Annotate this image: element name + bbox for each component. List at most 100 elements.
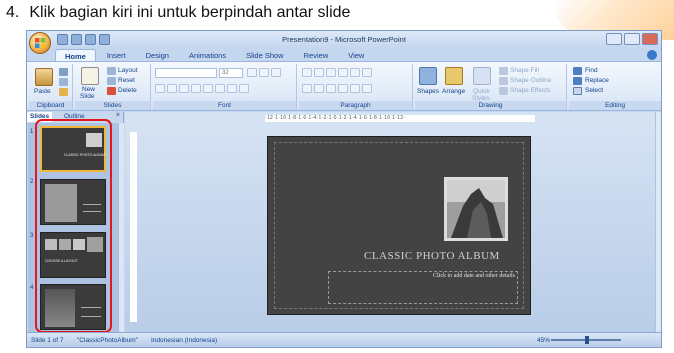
subtitle-placeholder[interactable]: Click to add date and other details: [328, 271, 518, 304]
font-color-icon[interactable]: [239, 84, 249, 93]
italic-icon[interactable]: [167, 84, 177, 93]
close-pane-icon[interactable]: ×: [116, 112, 120, 119]
layout-button[interactable]: Layout: [118, 67, 138, 74]
clipboard-group-label: Clipboard: [29, 101, 72, 110]
tab-design[interactable]: Design: [137, 49, 178, 61]
horizontal-ruler: ·12·1·10·1·8·1·6·1·4·1·2·1·0·1·2·1·4·1·6…: [265, 115, 535, 122]
list-buttons: [302, 68, 372, 77]
numbering-icon[interactable]: [314, 68, 324, 77]
justify-icon[interactable]: [338, 84, 348, 93]
undo-icon[interactable]: [71, 34, 82, 45]
shadow-icon[interactable]: [203, 84, 213, 93]
reset-button[interactable]: Reset: [118, 77, 135, 84]
ribbon-tabs: Home Insert Design Animations Slide Show…: [55, 49, 373, 61]
slide-title[interactable]: CLASSIC PHOTO ALBUM: [364, 250, 500, 262]
columns-icon[interactable]: [362, 68, 372, 77]
theme-name: "ClassicPhotoAlbum": [77, 337, 138, 344]
powerpoint-window: Presentation9 - Microsoft PowerPoint Hom…: [26, 30, 662, 348]
quick-styles-icon[interactable]: [473, 67, 491, 85]
tab-animations[interactable]: Animations: [180, 49, 235, 61]
select-icon: [573, 87, 582, 95]
font-name-field[interactable]: [155, 68, 217, 78]
editing-group: Find Replace Select Editing: [569, 64, 661, 110]
zoom-slider-handle[interactable]: [585, 336, 589, 344]
decrease-indent-icon[interactable]: [326, 68, 336, 77]
editing-group-label: Editing: [569, 101, 661, 110]
align-text-icon[interactable]: [362, 84, 372, 93]
slides-group: New Slide Layout Reset Delete Slides: [75, 64, 151, 110]
new-slide-icon[interactable]: [81, 67, 99, 85]
shape-fill-icon: [499, 67, 508, 75]
thumbnails-scrollbar[interactable]: [118, 123, 124, 333]
tab-slide-show[interactable]: Slide Show: [237, 49, 293, 61]
slides-group-label: Slides: [75, 101, 150, 110]
thumb-number-2: 2: [30, 179, 34, 185]
shapes-button[interactable]: Shapes: [417, 88, 439, 95]
line-spacing-icon[interactable]: [350, 68, 360, 77]
close-button[interactable]: [642, 33, 658, 45]
thumb-number-4: 4: [30, 285, 34, 291]
bullets-icon[interactable]: [302, 68, 312, 77]
shrink-font-icon[interactable]: [259, 68, 269, 77]
shape-outline-button[interactable]: Shape Outline: [510, 77, 551, 84]
new-slide-label[interactable]: New: [82, 86, 95, 93]
zoom-level[interactable]: 45%: [537, 337, 550, 344]
grow-font-icon[interactable]: [247, 68, 257, 77]
minimize-button[interactable]: [606, 33, 622, 45]
align-left-icon[interactable]: [302, 84, 312, 93]
bold-icon[interactable]: [155, 84, 165, 93]
window-controls: [606, 33, 658, 45]
underline-icon[interactable]: [179, 84, 189, 93]
cut-icon[interactable]: [59, 68, 68, 76]
clear-format-icon[interactable]: [271, 68, 281, 77]
find-button[interactable]: Find: [585, 67, 598, 74]
office-button[interactable]: [29, 32, 51, 54]
tab-view[interactable]: View: [339, 49, 373, 61]
find-icon: [573, 67, 582, 75]
paste-button[interactable]: Paste: [34, 88, 51, 95]
align-right-icon[interactable]: [326, 84, 336, 93]
delete-icon: [107, 87, 116, 95]
change-case-icon[interactable]: [227, 84, 237, 93]
save-icon[interactable]: [57, 34, 68, 45]
font-group: 32 Font: [153, 64, 297, 110]
font-style-buttons: [155, 84, 249, 93]
new-slide-label-2[interactable]: Slide: [80, 93, 94, 100]
strikethrough-icon[interactable]: [191, 84, 201, 93]
align-center-icon[interactable]: [314, 84, 324, 93]
slide-photo[interactable]: [444, 177, 508, 241]
shapes-icon[interactable]: [419, 67, 437, 85]
select-button[interactable]: Select: [585, 87, 603, 94]
shape-effects-button[interactable]: Shape Effects: [510, 87, 550, 94]
shape-fill-button[interactable]: Shape Fill: [510, 67, 539, 74]
maximize-button[interactable]: [624, 33, 640, 45]
quick-styles-label[interactable]: Quick: [473, 88, 490, 95]
help-icon[interactable]: [647, 50, 657, 60]
copy-icon[interactable]: [59, 78, 68, 86]
paragraph-group: Paragraph: [299, 64, 413, 110]
drawing-group: Shapes Arrange Quick Styles Shape Fill S…: [415, 64, 567, 110]
tab-insert[interactable]: Insert: [98, 49, 135, 61]
tab-review[interactable]: Review: [295, 49, 338, 61]
arrange-button[interactable]: Arrange: [442, 88, 465, 95]
arrange-icon[interactable]: [445, 67, 463, 85]
increase-indent-icon[interactable]: [338, 68, 348, 77]
paste-icon[interactable]: [35, 68, 53, 86]
format-painter-icon[interactable]: [59, 88, 68, 96]
language-indicator[interactable]: Indonesian (Indonesia): [151, 337, 217, 344]
open-icon[interactable]: [99, 34, 110, 45]
font-size-field[interactable]: 32: [219, 68, 243, 78]
char-spacing-icon[interactable]: [215, 84, 225, 93]
subtitle-placeholder-text: Click to add date and other details: [433, 273, 515, 279]
title-bar: Presentation9 - Microsoft PowerPoint: [27, 31, 661, 49]
editor-scrollbar[interactable]: [655, 112, 661, 334]
text-direction-icon[interactable]: [350, 84, 360, 93]
delete-button[interactable]: Delete: [118, 87, 137, 94]
tab-home[interactable]: Home: [55, 49, 96, 61]
replace-button[interactable]: Replace: [585, 77, 609, 84]
thumb-number-1: 1: [30, 129, 34, 135]
current-slide[interactable]: CLASSIC PHOTO ALBUM Click to add date an…: [267, 136, 531, 315]
redo-icon[interactable]: [85, 34, 96, 45]
font-size-buttons: [247, 68, 281, 77]
layout-icon: [107, 67, 116, 75]
